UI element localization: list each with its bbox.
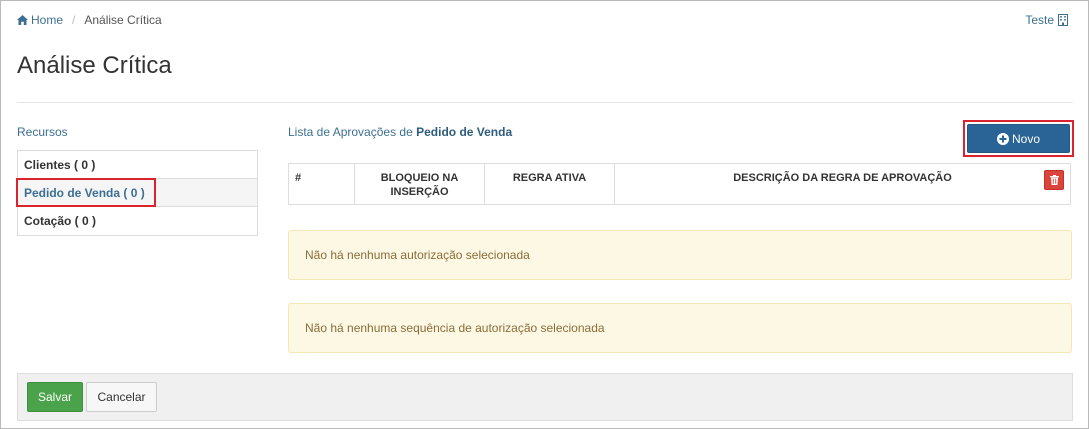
trash-icon bbox=[1049, 175, 1059, 185]
column-header-descricao-label: DESCRIÇÃO DA REGRA DE APROVAÇÃO bbox=[733, 172, 952, 184]
new-button[interactable]: Novo bbox=[967, 124, 1070, 153]
breadcrumb-separator: / bbox=[72, 13, 76, 27]
resource-item-cotacao[interactable]: Cotação ( 0 ) bbox=[18, 207, 257, 235]
plus-circle-icon bbox=[996, 132, 1009, 145]
save-button[interactable]: Salvar bbox=[27, 382, 83, 412]
app-frame: Home / Análise Crítica Teste Análise Crí… bbox=[0, 0, 1089, 429]
list-title-resource: Pedido de Venda bbox=[416, 125, 513, 139]
table-header-row: # BLOQUEIO NA INSERÇÃO REGRA ATIVA DESCR… bbox=[288, 163, 1071, 205]
building-icon bbox=[1058, 14, 1068, 26]
column-header-regra-ativa: REGRA ATIVA bbox=[484, 163, 615, 205]
page-title: Análise Crítica bbox=[17, 52, 172, 79]
column-header-number: # bbox=[288, 163, 355, 205]
column-header-descricao: DESCRIÇÃO DA REGRA DE APROVAÇÃO bbox=[614, 163, 1071, 205]
highlight-box-new-button: Novo bbox=[963, 120, 1074, 157]
new-button-label: Novo bbox=[1011, 131, 1040, 146]
breadcrumb-home-label: Home bbox=[31, 13, 64, 27]
list-title-prefix: Lista de Aprovações de bbox=[288, 125, 413, 139]
title-divider bbox=[17, 102, 1073, 103]
column-header-bloqueio-label: BLOQUEIO NA INSERÇÃO bbox=[380, 172, 459, 198]
breadcrumb-home-link[interactable]: Home bbox=[17, 13, 63, 27]
approvals-list-title: Lista de Aprovações de Pedido de Venda bbox=[288, 125, 512, 139]
alert-no-authorization: Não há nenhuma autorização selecionada bbox=[288, 230, 1072, 280]
resources-list: Clientes ( 0 ) Pedido de Venda ( 0 ) Cot… bbox=[17, 150, 258, 236]
resources-label: Recursos bbox=[17, 125, 68, 139]
form-footer: Salvar Cancelar bbox=[17, 373, 1073, 421]
delete-button[interactable] bbox=[1044, 170, 1064, 190]
approvals-table: # BLOQUEIO NA INSERÇÃO REGRA ATIVA DESCR… bbox=[288, 163, 1071, 205]
breadcrumb-current: Análise Crítica bbox=[84, 13, 162, 27]
column-header-bloqueio: BLOQUEIO NA INSERÇÃO bbox=[354, 163, 485, 205]
user-menu[interactable]: Teste bbox=[1025, 13, 1068, 27]
breadcrumb: Home / Análise Crítica bbox=[17, 13, 162, 27]
resource-item-clientes[interactable]: Clientes ( 0 ) bbox=[18, 151, 257, 179]
resource-item-pedido-de-venda[interactable]: Pedido de Venda ( 0 ) bbox=[18, 179, 257, 207]
user-name: Teste bbox=[1025, 13, 1054, 27]
cancel-button[interactable]: Cancelar bbox=[86, 382, 157, 412]
alert-no-authorization-sequence: Não há nenhuma sequência de autorização … bbox=[288, 303, 1072, 353]
home-icon bbox=[17, 15, 28, 25]
